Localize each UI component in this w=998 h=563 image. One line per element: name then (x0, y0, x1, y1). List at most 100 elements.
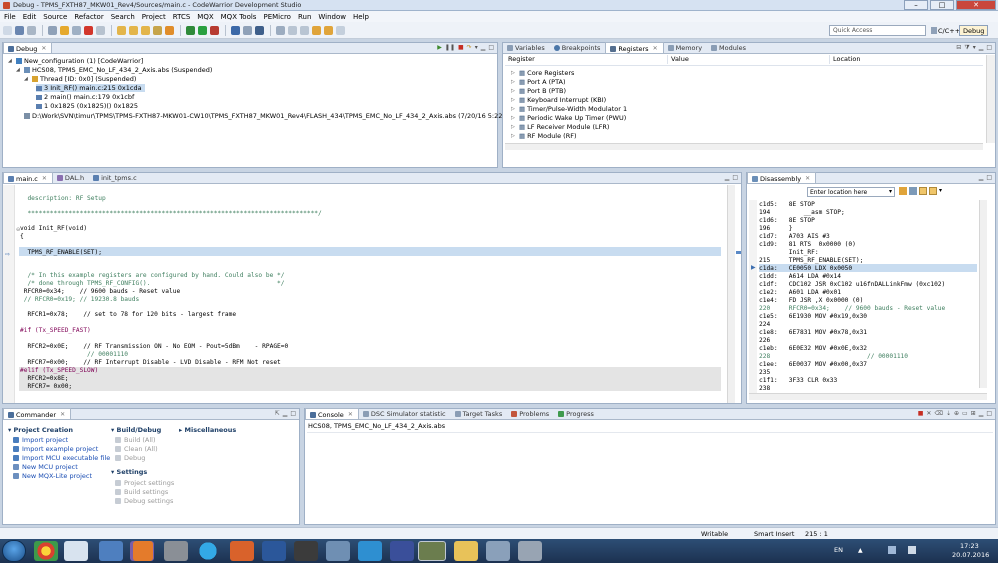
menu-source[interactable]: Source (43, 13, 67, 21)
tab-debug[interactable]: Debug ✕ (3, 42, 53, 53)
tree-row-frame-1[interactable]: 1 0x1825 (0x1825)() 0x1825 (36, 102, 138, 110)
remove-launch-icon[interactable]: ✕ (926, 410, 931, 417)
disasm-line[interactable]: 235 (759, 369, 770, 377)
maximize-icon[interactable]: □ (732, 174, 738, 181)
register-group-row[interactable]: ▷ ▦ RF Module (RF) (511, 132, 577, 140)
clear-console-icon[interactable]: ⌫ (934, 410, 942, 417)
perspective-debug[interactable]: Debug (959, 25, 989, 36)
suspend-icon[interactable]: ❚❚ (445, 44, 455, 51)
code-line[interactable]: void Init_RF(void) (20, 225, 87, 233)
disasm-line[interactable]: c1ee: 6E0037 MOV #0x00,0x37 (759, 361, 867, 369)
tree-row-target[interactable]: ◢ HCS08, TPMS_EMC_No_LF_434_2_Axis.abs (S… (16, 66, 212, 74)
debug-icon[interactable] (186, 25, 195, 35)
display-console-icon[interactable]: ▭ (962, 410, 968, 417)
column-location[interactable]: Location (830, 55, 980, 64)
menu-run[interactable]: Run (298, 13, 311, 21)
tab-progress[interactable]: Progress (554, 408, 599, 419)
code-line[interactable]: RFCR0=0x34; // 9600 bauds - Reset value (20, 288, 180, 296)
tab-dsc-simulator[interactable]: DSC Simulator statistic (359, 408, 451, 419)
disasm-line[interactable]: Init_RF: (759, 249, 819, 257)
disasm-line[interactable]: c1eb: 6E0E32 MOV #0x0E,0x32 (759, 345, 867, 353)
last-edit-icon[interactable] (336, 25, 345, 35)
code-line[interactable]: RFCR7=0x00; // RF Interrupt Disable - LV… (20, 359, 280, 367)
build-link[interactable]: Build (All) (115, 436, 156, 444)
codewarrior-icon[interactable] (418, 541, 446, 561)
tray-date[interactable]: 20.07.2016 (952, 551, 989, 559)
register-group-row[interactable]: ▷ ▦ Timer/Pulse-Width Modulator 1 (511, 105, 627, 113)
disasm-line[interactable]: c1e8: 6E7831 MOV #0x78,0x31 (759, 329, 867, 337)
editor-scrollbar[interactable] (727, 185, 735, 403)
menu-rtcs[interactable]: RTCS (173, 13, 191, 21)
tab-registers[interactable]: Registers ✕ (605, 42, 664, 53)
pdf-icon[interactable] (133, 541, 153, 561)
disconnect-icon[interactable] (96, 25, 105, 35)
column-register[interactable]: Register (505, 55, 668, 64)
tab-memory[interactable]: Memory (664, 42, 707, 53)
go-icon[interactable] (899, 187, 907, 195)
disasm-line[interactable]: 226 (759, 337, 770, 345)
next-annotation-icon[interactable] (288, 25, 297, 35)
menu-refactor[interactable]: Refactor (74, 13, 103, 21)
disasm-line[interactable]: c1f1: 3F33 CLR 0x33 (759, 377, 837, 385)
resume-icon[interactable] (60, 25, 69, 35)
tools-icon[interactable] (518, 541, 542, 561)
location-input[interactable]: Enter location here ▾ (807, 187, 895, 197)
sync-icon[interactable] (929, 187, 937, 195)
new-icon[interactable] (3, 25, 12, 35)
menu-mqx-tools[interactable]: MQX Tools (221, 13, 257, 21)
tab-dal-h[interactable]: DAL.h (53, 172, 89, 183)
code-line[interactable]: RFCR2=0x0E; // RF Transmission ON - No E… (20, 343, 288, 351)
build-debug-header[interactable]: ▾ Build/Debug (111, 426, 161, 434)
step-over-icon[interactable] (129, 25, 138, 35)
code-line[interactable]: /* In this example registers are configu… (20, 272, 284, 280)
dropdown-icon[interactable]: ▾ (889, 188, 892, 195)
tool-icon[interactable] (164, 541, 188, 561)
suspend-icon[interactable] (72, 25, 81, 35)
disasm-line[interactable]: 215 TPMS_RF_ENABLE(SET); (759, 257, 863, 265)
disasm-line[interactable]: 194 __asm STOP; (759, 209, 845, 217)
instruction-step-icon[interactable] (153, 25, 162, 35)
tab-target-tasks[interactable]: Target Tasks (451, 408, 508, 419)
disasm-line[interactable]: 228 // 00001110 (759, 353, 908, 361)
import-project-link[interactable]: Import project (13, 436, 68, 444)
minimize-icon[interactable]: ▁ (979, 174, 984, 181)
disasm-line[interactable]: c1d7: A703 AIS #3 (759, 233, 830, 241)
terminate-icon[interactable]: ■ (458, 44, 464, 51)
miscellaneous-header[interactable]: ▸ Miscellaneous (179, 426, 236, 434)
maximize-button[interactable]: □ (930, 0, 954, 10)
disasm-line[interactable]: c1e4: FD JSR ,X 0x0000 (0) (759, 297, 863, 305)
tree-row-frame-2[interactable]: 2 main() main.c:179 0x1cbf (36, 93, 134, 101)
import-mcu-executable-link[interactable]: Import MCU executable file (13, 454, 110, 462)
debug-link[interactable]: Debug (115, 454, 145, 462)
tab-disassembly[interactable]: Disassembly ✕ (747, 172, 817, 183)
tree-row-frame-3[interactable]: 3 Init_RF() main.c:215 0x1cda (36, 84, 145, 92)
register-group-row[interactable]: ▷ ▦ Periodic Wake Up Timer (PWU) (511, 114, 626, 122)
registers-hscrollbar[interactable] (505, 143, 983, 150)
code-line[interactable]: TPMS_RF_ENABLE(SET); (20, 249, 102, 257)
register-group-row[interactable]: ▷ ▦ Port B (PTB) (511, 87, 566, 95)
run-icon[interactable] (198, 25, 207, 35)
tree-row-config[interactable]: ◢ New_configuration (1) [CodeWarrior] (8, 57, 143, 65)
external-tools-icon[interactable] (210, 25, 219, 35)
code-line[interactable]: RFCR7= 0x00; (20, 383, 72, 391)
disassembly-scrollbar[interactable] (979, 200, 987, 388)
code-line[interactable]: // RFCR0=0x19; // 19230.8 bauds (20, 296, 140, 304)
console-output[interactable] (307, 432, 993, 522)
menu-project[interactable]: Project (142, 13, 166, 21)
word-icon[interactable] (262, 541, 286, 561)
build-icon[interactable] (243, 25, 252, 35)
tab-variables[interactable]: Variables (503, 42, 550, 53)
scroll-lock-icon[interactable]: ⇣ (946, 410, 951, 417)
close-button[interactable]: ✕ (956, 0, 996, 10)
debug-settings-link[interactable]: Debug settings (115, 497, 173, 505)
tree-row-abs-path[interactable]: D:\Work\SVN\timur\TPMS\TPMS-FXTH87-MKW01… (24, 112, 517, 120)
code-line[interactable]: ****************************************… (20, 210, 321, 218)
step-return-icon[interactable] (141, 25, 150, 35)
register-group-row[interactable]: ▷ ▦ Port A (PTA) (511, 78, 566, 86)
forward-icon[interactable] (324, 25, 333, 35)
prev-annotation-icon[interactable] (300, 25, 309, 35)
maximize-icon[interactable]: □ (986, 174, 992, 181)
maximize-icon[interactable]: □ (986, 410, 992, 417)
network-icon[interactable] (326, 541, 350, 561)
disasm-line[interactable]: 224 (759, 321, 770, 329)
